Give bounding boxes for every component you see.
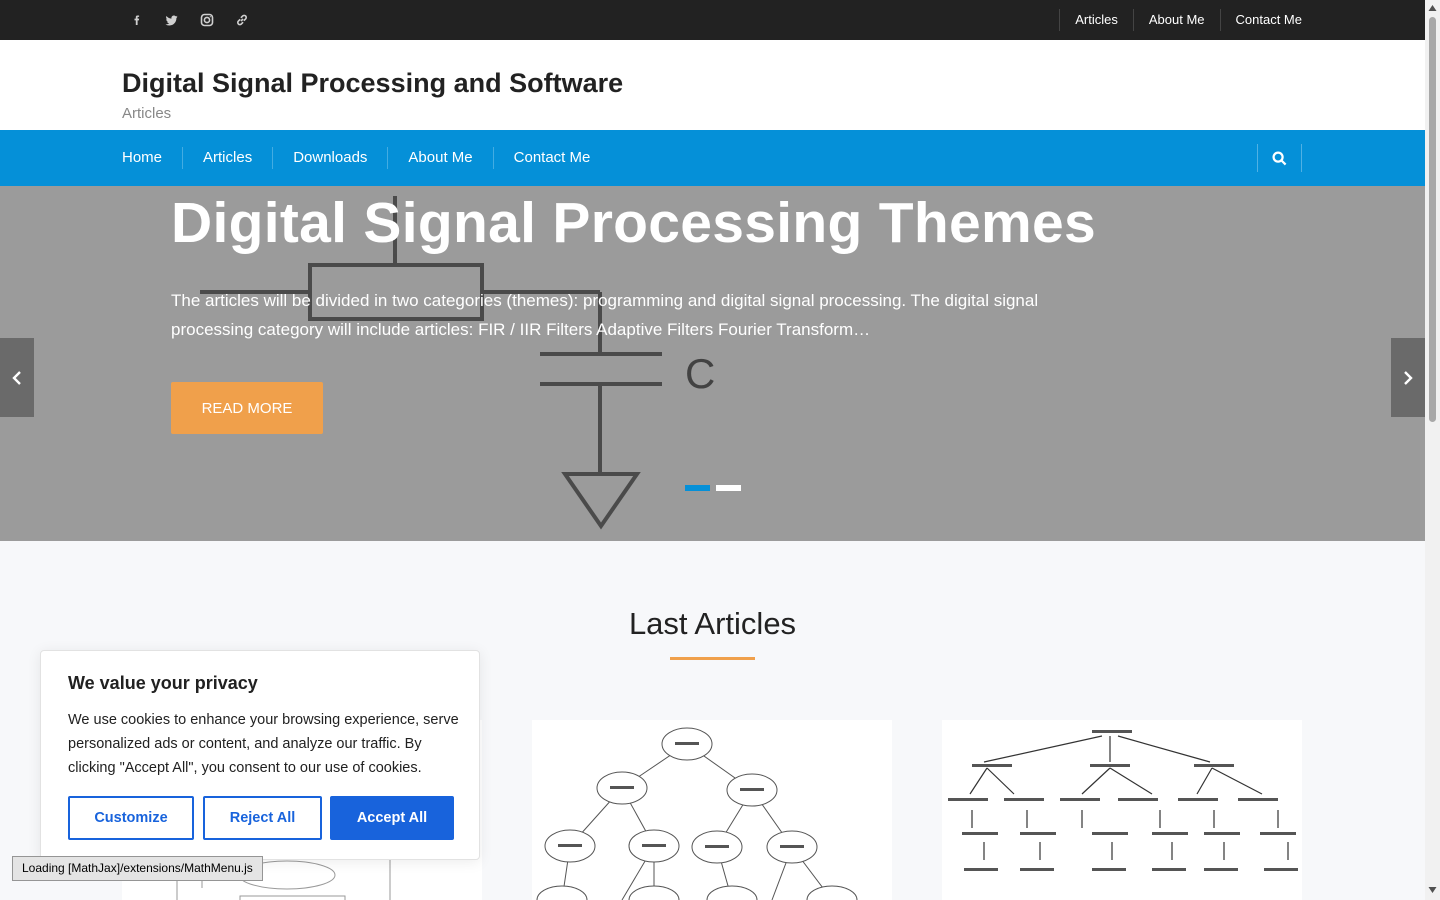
article-card-2[interactable] — [532, 720, 892, 900]
main-navigation: Home Articles Downloads About Me Contact… — [0, 130, 1425, 186]
article-thumbnail-2 — [532, 720, 892, 900]
facebook-icon[interactable] — [128, 11, 146, 29]
reject-all-button[interactable]: Reject All — [203, 796, 322, 840]
social-links — [128, 0, 251, 40]
top-bar: Articles About Me Contact Me — [0, 0, 1425, 40]
site-header: Digital Signal Processing and Software A… — [0, 40, 1425, 130]
scrollbar-thumb[interactable] — [1429, 17, 1436, 422]
scroll-down-arrow-icon[interactable] — [1428, 886, 1437, 894]
slider-dot-2[interactable] — [716, 485, 741, 491]
hero-slider: C Digital Signal Processing Themes The a… — [0, 186, 1425, 541]
nav-item-about-me[interactable]: About Me — [387, 147, 492, 169]
top-menu-about-me[interactable]: About Me — [1132, 9, 1220, 31]
slider-dots — [685, 485, 741, 491]
mathjax-loading-status: Loading [MathJax]/extensions/MathMenu.js — [12, 856, 263, 881]
nav-item-downloads[interactable]: Downloads — [272, 147, 387, 169]
section-title: Last Articles — [628, 606, 797, 641]
search-button[interactable] — [1257, 144, 1302, 172]
hero-title[interactable]: Digital Signal Processing Themes — [171, 190, 1096, 256]
nav-item-contact-me[interactable]: Contact Me — [492, 147, 611, 169]
section-underline — [670, 657, 755, 660]
slider-dot-1[interactable] — [685, 485, 710, 491]
chevron-left-icon — [12, 370, 21, 385]
accept-all-button[interactable]: Accept All — [330, 796, 454, 840]
site-title[interactable]: Digital Signal Processing and Software — [122, 68, 623, 99]
cookie-consent-banner: We value your privacy We use cookies to … — [40, 650, 480, 860]
read-more-button[interactable]: READ MORE — [171, 382, 323, 434]
nav-item-articles[interactable]: Articles — [182, 147, 272, 169]
slider-next-button[interactable] — [1391, 338, 1425, 417]
customize-button[interactable]: Customize — [68, 796, 194, 840]
site-description: Articles — [122, 105, 172, 122]
instagram-icon[interactable] — [198, 11, 216, 29]
top-menu-contact-me[interactable]: Contact Me — [1219, 9, 1302, 31]
chevron-right-icon — [1404, 370, 1413, 385]
page-scrollbar[interactable] — [1425, 0, 1440, 900]
link-icon[interactable] — [233, 11, 251, 29]
slider-prev-button[interactable] — [0, 338, 34, 417]
cookie-text: We use cookies to enhance your browsing … — [68, 712, 459, 776]
hero-excerpt: The articles will be divided in two cate… — [171, 291, 1039, 339]
twitter-icon[interactable] — [163, 11, 181, 29]
top-menu-articles[interactable]: Articles — [1059, 9, 1133, 31]
cookie-title: We value your privacy — [68, 673, 258, 693]
scroll-up-arrow-icon[interactable] — [1428, 4, 1437, 12]
search-icon — [1272, 150, 1287, 165]
article-card-3[interactable] — [942, 720, 1302, 900]
top-menu: Articles About Me Contact Me — [1059, 0, 1302, 40]
capacitor-label: C — [685, 350, 715, 397]
article-thumbnail-3 — [942, 720, 1302, 900]
nav-item-home[interactable]: Home — [122, 147, 182, 169]
